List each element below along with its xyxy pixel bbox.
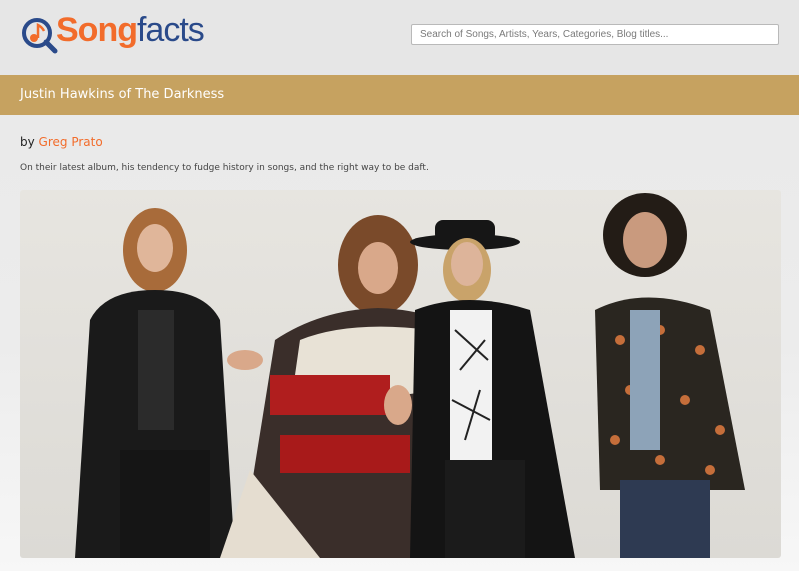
logo-accent-text: Song — [56, 11, 138, 49]
byline-prefix: by — [20, 135, 35, 149]
site-header: Songfacts — [0, 0, 799, 75]
band-member-3 — [410, 220, 575, 558]
logo-wordmark: Songfacts — [56, 11, 205, 50]
search-input[interactable] — [411, 24, 779, 45]
author-link[interactable]: Greg Prato — [39, 135, 103, 149]
article-summary: On their latest album, his tendency to f… — [20, 163, 429, 173]
article-title: Justin Hawkins of The Darkness — [20, 87, 225, 102]
band-member-1 — [75, 208, 235, 558]
magnifier-note-icon — [22, 18, 58, 54]
logo-rest-text: facts — [136, 11, 205, 49]
byline: by Greg Prato — [20, 135, 103, 149]
songfacts-logo[interactable]: Songfacts — [20, 9, 205, 65]
article-title-bar: Justin Hawkins of The Darkness — [0, 75, 799, 115]
band-member-4 — [595, 193, 745, 558]
band-photo-illustration — [75, 193, 745, 558]
band-photo — [20, 190, 781, 558]
